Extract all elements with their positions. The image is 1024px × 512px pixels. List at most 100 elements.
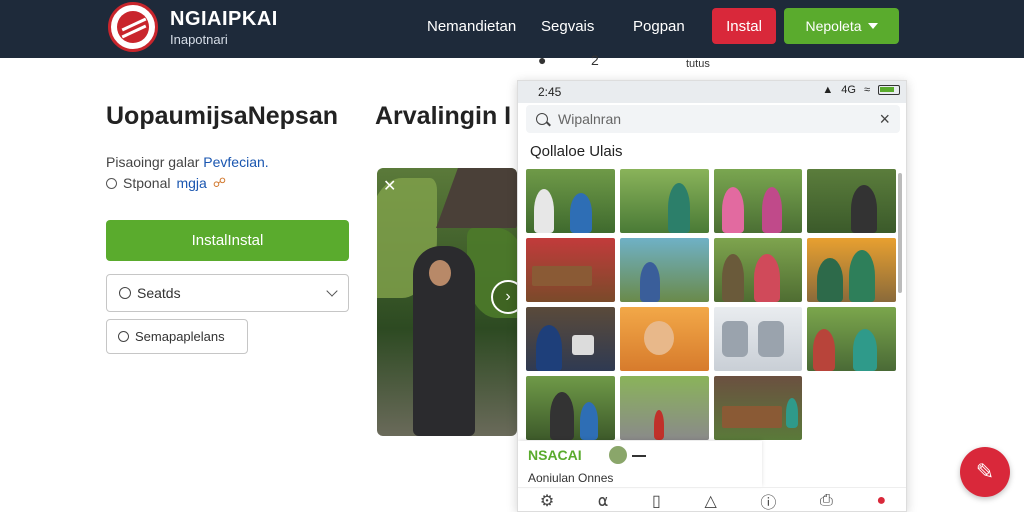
radio-icon[interactable] [106,177,117,189]
wifi-icon: ≈ [863,84,870,96]
card-subtitle: Aoniulan Onnes [528,471,614,485]
thumb-figure [580,402,598,440]
gallery-thumbnail[interactable] [619,238,709,302]
radio-label: Stponal [123,175,171,191]
phone-panel: 2:45 ▲ 4G ≈ Wipalnran × Qollaloe Ulais N… [517,80,907,512]
top-navigation-bar: NGIAIPKAI Inapotnari Nemandietan Segvais… [0,0,1024,58]
gallery-thumbnail[interactable] [526,307,615,371]
search-placeholder: Wipalnran [558,111,622,127]
thumb-face [643,321,674,355]
settings-select[interactable]: Seatds [106,274,349,312]
bag-icon[interactable]: △ [704,491,716,511]
dropdown-header-label: Nepoleta [805,18,862,34]
gallery-thumbnail[interactable] [526,169,615,233]
search-icon [536,113,548,125]
status-bar: 2:45 ▲ 4G ≈ [518,81,906,103]
thumb-figure [851,185,878,233]
nav-link-2[interactable]: Segvais [541,18,594,35]
avatar [608,445,628,465]
photo-roof [436,168,517,228]
gallery-thumbnail[interactable] [619,169,709,233]
thumb-figure [849,250,876,302]
brand-name: NGIAIPKAI [170,8,278,30]
brand-logo[interactable] [108,2,158,52]
gallery-thumbnail[interactable] [807,238,896,302]
nav-link-1[interactable]: Nemandietan [427,18,516,35]
thumb-device [572,335,594,355]
thumb-figure [536,325,562,371]
section-heading: Arvalingin I [375,102,512,130]
thumb-figure [534,189,554,233]
gallery-thumbnail[interactable] [713,238,803,302]
photo-grid [526,169,896,440]
thumb-figure [667,183,690,233]
phone-search-bar[interactable]: Wipalnran × [526,105,900,133]
install-header-label: Instal [726,17,762,35]
gallery-thumbnail[interactable] [713,307,803,371]
battery-icon [878,85,900,95]
edit-icon: ✎ [975,459,995,484]
thumb-figure [753,254,780,302]
thumb-table [721,406,782,428]
gallery-thumbnail[interactable] [619,376,709,440]
gallery-thumbnail[interactable] [807,169,896,233]
featured-photo[interactable]: ✕ › [377,168,517,436]
book-icon[interactable]: ▯ [652,491,661,511]
link-icon: ☍ [212,175,227,190]
page-title: UopaumijsaNepsan [106,102,339,130]
thumb-figure [853,329,878,371]
chevron-down-icon [867,23,878,29]
thumb-figure [813,329,836,371]
thumb-figure [550,392,574,440]
dropdown-header-button[interactable]: Nepoleta [784,8,899,44]
thumb-figure [817,258,844,302]
profile-card[interactable]: NSACAI Aoniulan Onnes [518,441,762,487]
gallery-thumbnail[interactable] [619,307,709,371]
chevron-down-icon [326,285,338,297]
description-link[interactable]: Pevfecian. [203,154,268,170]
thumb-figure [570,193,592,233]
thumb-figure [653,410,664,440]
gallery-thumbnail[interactable] [807,307,896,371]
thumb-figure [639,262,660,302]
thumb-pot [757,321,784,357]
radio-link[interactable]: mgja [176,175,206,191]
gallery-thumbnail[interactable] [713,169,803,233]
select-value: Seatds [137,285,181,301]
status-icons: ▲ 4G ≈ [822,84,900,96]
gallery-title: Qollaloe Ulais [530,143,623,160]
home-icon[interactable]: ⚙ [540,491,554,511]
share-icon[interactable]: ⎙ [820,492,833,510]
info-icon[interactable]: ⓘ [760,489,776,512]
scrollbar[interactable] [898,173,902,293]
secondary-button-label: Semapaplelans [135,329,225,344]
bottom-navigation: ⚙ ⍺ ▯ △ ⓘ ⎙ ● [518,487,906,512]
signal-icon: ▲ [822,84,834,96]
page: NGIAIPKAI Inapotnari Nemandietan Segvais… [0,0,1024,512]
gallery-thumbnail[interactable] [713,376,803,440]
chat-icon[interactable]: ● [877,492,887,510]
stray-digit: 2 [591,52,599,68]
gallery-thumbnail[interactable] [526,238,615,302]
install-header-button[interactable]: Instal [712,8,776,44]
brand-subtitle: Inapotnari [170,32,228,47]
headphones-icon[interactable]: ⍺ [598,491,609,511]
edit-fab-button[interactable]: ✎ [960,447,1010,497]
install-button[interactable]: InstalInstal [106,220,349,261]
clear-icon[interactable]: × [879,109,890,130]
close-icon[interactable]: ✕ [383,176,396,196]
nav-link-3[interactable]: Pogpan [633,18,685,35]
thumb-table [532,266,592,286]
description: Pisaoingr galar Pevfecian. [106,154,269,170]
network-label: 4G [841,84,856,96]
secondary-button[interactable]: Semapaplelans [106,319,248,354]
radio-option[interactable]: Stponal mgja ☍ [106,175,226,191]
next-arrow-icon[interactable]: › [491,280,517,314]
install-button-label: InstalInstal [191,232,264,249]
stray-text: tutus [686,58,710,70]
thumb-figure [761,187,782,233]
circle-icon [118,331,129,342]
description-text: Pisaoingr galar [106,154,200,170]
gallery-thumbnail[interactable] [526,376,615,440]
stray-icon: ● [538,52,547,68]
